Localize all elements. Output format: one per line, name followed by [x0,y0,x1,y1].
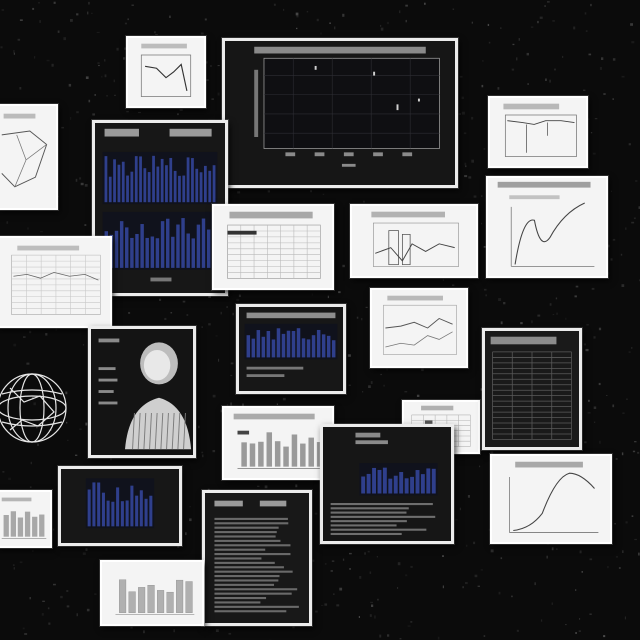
card-large-dark-line-chart [222,38,458,188]
card-dark-bar-dashboard [92,120,228,296]
card-small-chart-mid [370,288,468,368]
card-dark-bars-bottom [58,466,182,546]
card-curve-chart-lower-right [490,454,612,544]
card-bar-chart-mid [222,406,334,480]
card-dark-document-bottom [202,490,312,626]
pinboard [0,0,640,640]
card-bar-chart-bottom-left [0,490,52,548]
card-bar-chart-bottom [100,560,204,626]
card-table-sheet-left [0,236,112,328]
card-table-sheet-center [212,204,334,290]
globe-wireframe [0,373,67,443]
card-small-line-chart [126,36,206,108]
card-mixed-chart-center [350,204,478,278]
card-portrait-dark [88,326,196,458]
card-line-chart-top-right [488,96,588,168]
card-dark-bars-center [236,304,346,394]
card-dark-table-right [482,328,582,450]
card-dark-list-center [320,424,454,544]
card-pie-diagram-left [0,104,58,210]
card-curve-chart-right [486,176,608,278]
